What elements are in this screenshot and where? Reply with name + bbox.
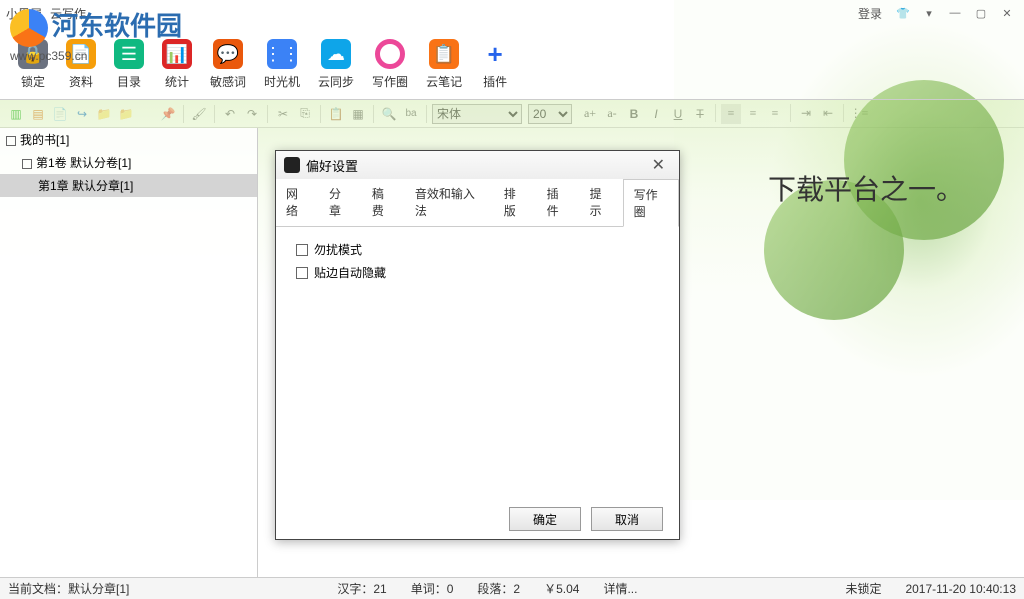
- align-right-icon[interactable]: ≡: [765, 104, 785, 124]
- statusbar: 当前文档：默认分章[1] 汉字：21 单词：0 段落：2 ￥5.04 详情...…: [0, 577, 1024, 599]
- tool-cloudsync[interactable]: ☁云同步: [318, 39, 354, 90]
- dialog-title: 偏好设置: [306, 156, 358, 175]
- tree-volume[interactable]: 第1卷 默认分卷[1]: [0, 151, 257, 174]
- tool-toc[interactable]: ☰目录: [114, 39, 144, 90]
- brush-icon[interactable]: 🖌: [189, 104, 209, 124]
- preferences-dialog: 偏好设置 ✕ 网络 分章 稿费 音效和输入法 排版 插件 提示 写作圈 勿扰模式…: [275, 150, 680, 540]
- fontsize-select[interactable]: 20: [528, 104, 572, 124]
- dialog-tabs: 网络 分章 稿费 音效和输入法 排版 插件 提示 写作圈: [276, 179, 679, 227]
- tab-chapter[interactable]: 分章: [319, 179, 362, 226]
- editor-text: 下载平台之一。: [768, 168, 964, 208]
- tool-cloudnote[interactable]: 📋云笔记: [426, 39, 462, 90]
- outdent-icon[interactable]: ⇤: [818, 104, 838, 124]
- redo-icon[interactable]: ↷: [242, 104, 262, 124]
- secondary-toolbar: ▥ ▤ 📄 ↪ 📁 📁 📌 🖌 ↶ ↷ ✂ ⎘ 📋 ▦ 🔍 ba 宋体 20 a…: [0, 100, 1024, 128]
- titlebar: 小黑屋 云写作 登录 👕 ▾ — ▢ ✕: [0, 0, 1024, 26]
- sidebar-tree: 我的书[1] 第1卷 默认分卷[1] 第1章 默认分章[1]: [0, 128, 258, 577]
- tab-ime[interactable]: 音效和输入法: [405, 179, 494, 226]
- tab-layout[interactable]: 排版: [494, 179, 537, 226]
- import-icon[interactable]: ↪: [72, 104, 92, 124]
- folder2-icon[interactable]: 📁: [116, 104, 136, 124]
- panel-icon[interactable]: ▤: [28, 104, 48, 124]
- main-toolbar: 🔒锁定 📄资料 ☰目录 📊统计 💬敏感词 ⋮⋮时光机 ☁云同步 写作圈 📋云笔记…: [0, 26, 1024, 100]
- toggle-split-icon[interactable]: ▥: [6, 104, 26, 124]
- check-autohide[interactable]: 贴边自动隐藏: [296, 264, 659, 281]
- status-time: 2017-11-20 10:40:13: [905, 582, 1016, 596]
- tab-fee[interactable]: 稿费: [362, 179, 405, 226]
- folder1-icon[interactable]: 📁: [94, 104, 114, 124]
- tool-stat[interactable]: 📊统计: [162, 39, 192, 90]
- status-words: 单词：0: [411, 580, 454, 597]
- align-left-icon[interactable]: ≡: [721, 104, 741, 124]
- tool-circle[interactable]: 写作圈: [372, 39, 408, 90]
- copy-icon[interactable]: ⎘: [295, 104, 315, 124]
- align-center-icon[interactable]: ≡: [743, 104, 763, 124]
- status-detail[interactable]: 详情...: [603, 580, 637, 597]
- cut-icon[interactable]: ✂: [273, 104, 293, 124]
- check-dnd[interactable]: 勿扰模式: [296, 241, 659, 258]
- dropdown-icon[interactable]: ▾: [918, 4, 940, 22]
- underline-icon[interactable]: U: [668, 104, 688, 124]
- status-doc: 当前文档：默认分章[1]: [8, 580, 129, 597]
- paste-icon[interactable]: 📋: [326, 104, 346, 124]
- add-file-icon[interactable]: 📄: [50, 104, 70, 124]
- bold-icon[interactable]: B: [624, 104, 644, 124]
- indent-icon[interactable]: ⇥: [796, 104, 816, 124]
- paste2-icon[interactable]: ▦: [348, 104, 368, 124]
- tree-chapter[interactable]: 第1章 默认分章[1]: [0, 174, 257, 197]
- list-icon[interactable]: ⋮≡: [849, 104, 869, 124]
- status-hanzi: 汉字：21: [337, 580, 386, 597]
- status-paras: 段落：2: [477, 580, 520, 597]
- dialog-close-icon[interactable]: ✕: [646, 155, 671, 175]
- tab-plugin[interactable]: 插件: [537, 179, 580, 226]
- login-button[interactable]: 登录: [858, 5, 882, 22]
- font-select[interactable]: 宋体: [432, 104, 522, 124]
- app-subtitle: 云写作: [50, 5, 86, 22]
- tree-book[interactable]: 我的书[1]: [0, 128, 257, 151]
- tool-data[interactable]: 📄资料: [66, 39, 96, 90]
- maximize-icon[interactable]: ▢: [970, 4, 992, 22]
- decrease-font-icon[interactable]: a-: [602, 104, 622, 124]
- close-icon[interactable]: ✕: [996, 4, 1018, 22]
- tool-timemachine[interactable]: ⋮⋮时光机: [264, 39, 300, 90]
- replace-icon[interactable]: ba: [401, 104, 421, 124]
- ok-button[interactable]: 确定: [509, 507, 581, 531]
- search-icon[interactable]: 🔍: [379, 104, 399, 124]
- tab-network[interactable]: 网络: [276, 179, 319, 226]
- undo-icon[interactable]: ↶: [220, 104, 240, 124]
- tool-lock[interactable]: 🔒锁定: [18, 39, 48, 90]
- app-name: 小黑屋: [6, 5, 42, 22]
- status-lock: 未锁定: [845, 580, 881, 597]
- cancel-button[interactable]: 取消: [591, 507, 663, 531]
- increase-font-icon[interactable]: a+: [580, 104, 600, 124]
- dialog-icon: [284, 157, 300, 173]
- italic-icon[interactable]: I: [646, 104, 666, 124]
- tab-circle[interactable]: 写作圈: [623, 179, 679, 227]
- minimize-icon[interactable]: —: [944, 4, 966, 22]
- tool-plugin[interactable]: +插件: [480, 39, 510, 90]
- tab-hint[interactable]: 提示: [580, 179, 623, 226]
- tool-sensitive[interactable]: 💬敏感词: [210, 39, 246, 90]
- strike-icon[interactable]: T: [690, 104, 710, 124]
- shirt-icon[interactable]: 👕: [892, 4, 914, 22]
- pin-icon[interactable]: 📌: [158, 104, 178, 124]
- status-fee: ￥5.04: [544, 580, 579, 597]
